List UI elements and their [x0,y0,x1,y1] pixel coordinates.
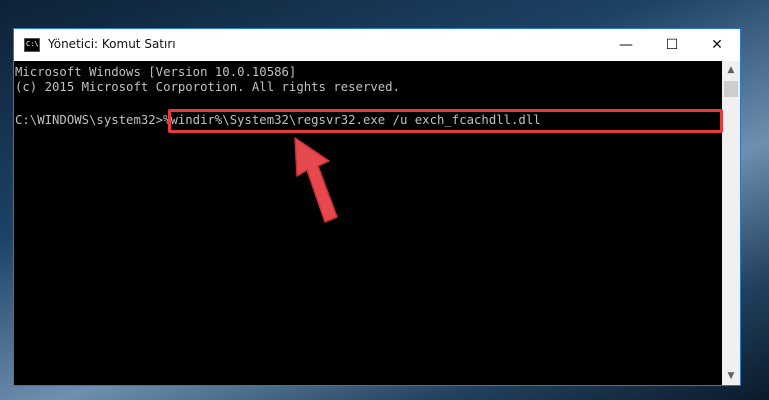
vertical-scrollbar[interactable]: ▲ ▼ [722,61,740,385]
scroll-up-arrow-icon[interactable]: ▲ [722,61,740,79]
close-button[interactable]: ✕ [694,29,740,60]
scroll-down-arrow-icon[interactable]: ▼ [722,367,740,385]
minimize-button[interactable]: — [603,29,649,60]
command-highlight-box [168,109,723,133]
cmd-app-icon: C:\ [24,38,40,52]
title-bar[interactable]: C:\ Yönetici: Komut Satırı — ☐ ✕ [14,29,740,61]
command-prompt-window: C:\ Yönetici: Komut Satırı — ☐ ✕ Microso… [13,28,741,386]
pointer-arrow-icon [294,137,338,223]
console-line-version: Microsoft Windows [Version 10.0.10586] [15,65,297,79]
maximize-button[interactable]: ☐ [649,29,695,60]
window-title: Yönetici: Komut Satırı [48,37,176,51]
scrollbar-thumb[interactable] [724,81,738,97]
console-line-copyright: (c) 2015 Microsoft Corporotion. All righ… [15,80,400,94]
